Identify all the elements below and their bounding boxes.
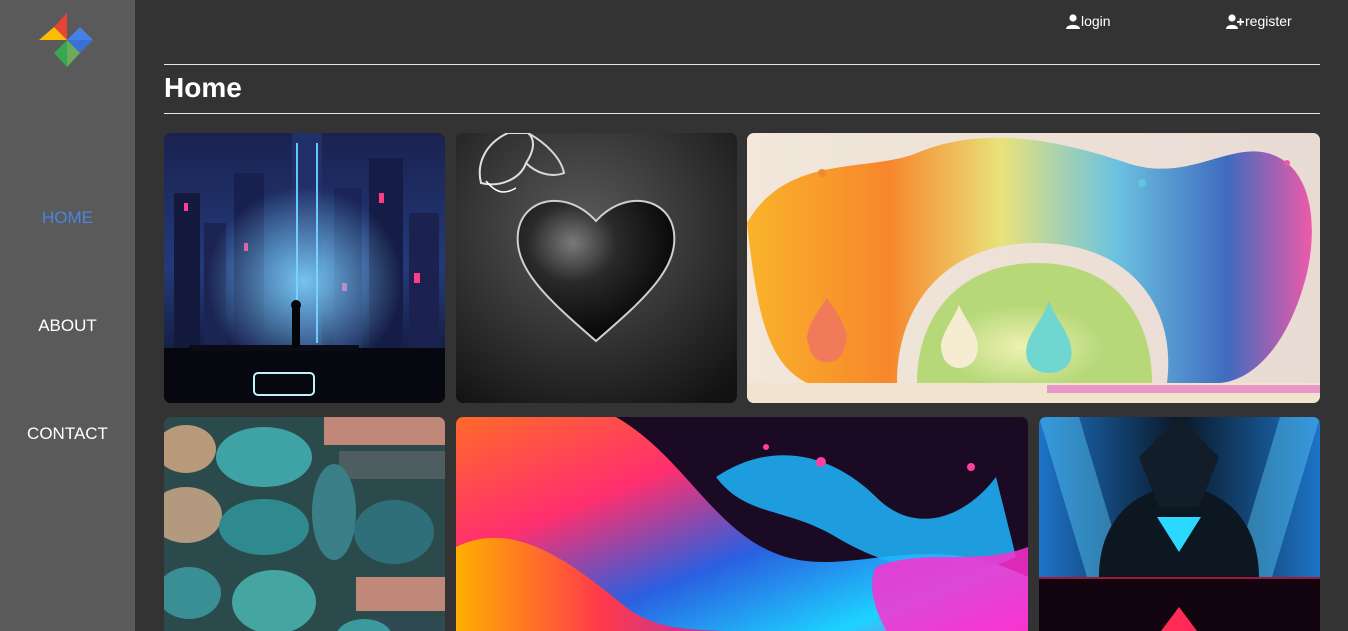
paint-splash-vases-image[interactable]: [747, 133, 1320, 403]
sidebar-item-home[interactable]: HOME: [0, 208, 135, 228]
sidebar: HOME ABOUT CONTACT: [0, 0, 135, 631]
page-title: Home: [164, 72, 242, 103]
login-label: login: [1081, 13, 1111, 29]
user-icon: [1066, 13, 1080, 29]
header-divider: [164, 64, 1320, 65]
black-heart-butterfly-image[interactable]: [456, 133, 737, 403]
cyberpunk-city-image[interactable]: [164, 133, 445, 403]
pinwheel-logo-icon[interactable]: [37, 13, 93, 69]
sidebar-item-contact[interactable]: CONTACT: [0, 424, 135, 444]
title-divider: [164, 113, 1320, 114]
sidebar-item-about[interactable]: ABOUT: [0, 316, 135, 336]
login-link[interactable]: login: [1066, 13, 1111, 29]
register-link[interactable]: register: [1226, 13, 1292, 29]
register-label: register: [1245, 13, 1292, 29]
user-plus-icon: [1226, 13, 1244, 29]
teal-stones-image[interactable]: [164, 417, 445, 631]
neon-fluid-swirl-image[interactable]: [456, 417, 1028, 631]
hooded-figure-triangle-image[interactable]: [1039, 417, 1320, 631]
